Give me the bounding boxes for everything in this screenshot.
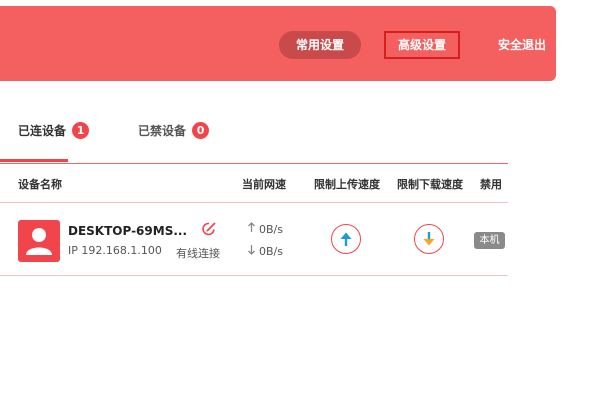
top-nav-bar: 常用设置 高级设置 安全退出 <box>0 6 556 81</box>
local-device-tag: 本机 <box>474 232 505 249</box>
tab-connected-devices[interactable]: 已连设备 1 <box>18 115 90 145</box>
nav-logout-button[interactable]: 安全退出 <box>492 31 552 59</box>
device-name: DESKTOP-69MS... <box>68 224 188 238</box>
limit-upload-button[interactable] <box>331 224 361 254</box>
arrow-down-icon <box>423 232 435 246</box>
device-ip: IP 192.168.1.100 <box>68 244 162 257</box>
header-divider <box>0 202 508 203</box>
col-header-device-name: 设备名称 <box>18 178 62 191</box>
upload-speed: 0B/s <box>246 222 283 236</box>
blocked-count-badge: 0 <box>192 121 210 139</box>
nav-common-settings-button[interactable]: 常用设置 <box>279 31 361 59</box>
nav-advanced-settings-button[interactable]: 高级设置 <box>384 31 460 59</box>
col-header-limit-download: 限制下载速度 <box>397 178 463 191</box>
tab-blocked-devices[interactable]: 已禁设备 0 <box>138 115 210 145</box>
connected-count-badge: 1 <box>72 121 90 139</box>
col-header-current-speed: 当前网速 <box>242 178 286 191</box>
row-divider <box>0 275 508 276</box>
tab-connected-label: 已连设备 <box>18 123 67 138</box>
tabs-divider <box>0 163 508 164</box>
tab-blocked-label: 已禁设备 <box>138 123 187 138</box>
arrow-up-icon <box>340 232 352 246</box>
download-speed-value: 0B/s <box>259 244 283 258</box>
col-header-limit-upload: 限制上传速度 <box>314 178 380 191</box>
edit-icon[interactable] <box>201 221 217 237</box>
user-icon <box>18 220 60 262</box>
limit-download-button[interactable] <box>414 224 444 254</box>
device-tabs: 已连设备 1 已禁设备 0 <box>0 115 508 165</box>
connection-type: 有线连接 <box>176 247 220 260</box>
arrow-up-icon <box>246 222 256 236</box>
download-speed: 0B/s <box>246 244 283 258</box>
upload-speed-value: 0B/s <box>259 222 283 236</box>
active-tab-indicator <box>0 159 68 162</box>
col-header-disable: 禁用 <box>480 178 502 191</box>
arrow-down-icon <box>246 244 256 258</box>
